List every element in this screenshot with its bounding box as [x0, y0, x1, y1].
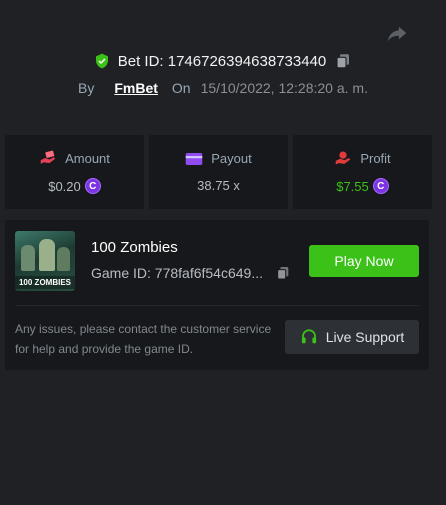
bet-stats: Amount $0.20 C Payout 38.75 x Profit $7.… [5, 135, 432, 209]
bet-id-row: Bet ID: 1746726394638733440 [0, 52, 446, 70]
copy-game-id-icon[interactable] [275, 265, 291, 281]
on-label: On [171, 80, 191, 96]
amount-label: Amount [65, 150, 110, 166]
headset-icon [301, 329, 316, 344]
divider [15, 305, 419, 306]
payout-value: 38.75 x [197, 178, 240, 193]
live-support-button[interactable]: Live Support [285, 320, 419, 354]
amount-value: $0.20 [48, 178, 81, 194]
profit-value: $7.55 [336, 178, 369, 194]
amount-stat: Amount $0.20 C [5, 135, 144, 209]
support-notice: Any issues, please contact the customer … [15, 322, 272, 356]
bet-id-text: Bet ID: 1746726394638733440 [117, 52, 327, 70]
money-hand-icon [40, 150, 56, 164]
game-id-row: Game ID: 778faf6f54c649... [91, 265, 291, 281]
game-thumbnail[interactable]: 100 ZOMBIES [15, 231, 75, 291]
game-title[interactable]: 100 Zombies [91, 239, 178, 256]
copy-bet-id-icon[interactable] [334, 52, 352, 70]
profit-label: Profit [360, 150, 391, 166]
game-thumbnail-text: 100 ZOMBIES [15, 276, 75, 289]
card-icon [186, 152, 203, 165]
coin-icon: C [372, 178, 389, 194]
profit-hand-icon [336, 151, 351, 165]
coin-icon: C [84, 178, 101, 194]
bet-author-row: By FmBet On 15/10/2022, 12:28:20 a. m. [0, 80, 446, 96]
payout-label: Payout [211, 151, 252, 166]
bet-datetime: 15/10/2022, 12:28:20 a. m. [200, 80, 368, 96]
game-card: 100 ZOMBIES 100 Zombies Game ID: 778faf6… [5, 220, 429, 370]
shield-check-icon [95, 53, 108, 69]
by-label: By [78, 80, 95, 96]
payout-stat: Payout 38.75 x [149, 135, 288, 209]
profit-stat: Profit $7.55 C [293, 135, 432, 209]
share-icon[interactable] [386, 22, 408, 44]
live-support-label: Live Support [325, 329, 405, 345]
game-id-text: Game ID: 778faf6f54c649... [91, 265, 263, 281]
username-link[interactable]: FmBet [114, 80, 158, 96]
play-now-button[interactable]: Play Now [309, 245, 419, 277]
